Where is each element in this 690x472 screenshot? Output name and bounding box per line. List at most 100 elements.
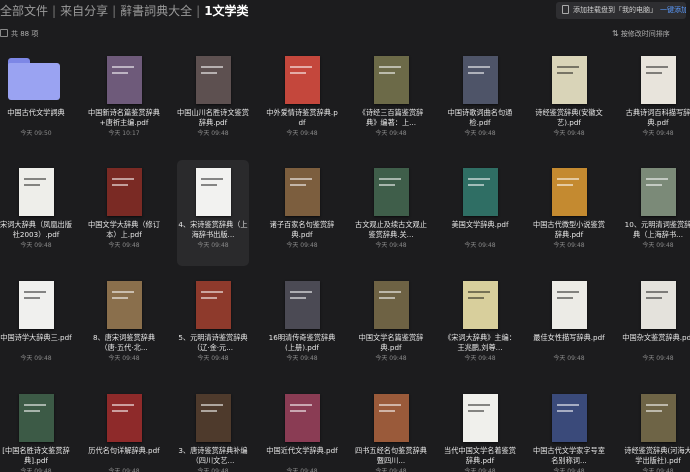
file-item[interactable]: 古典诗词百科描写辞典.pdf 今天 09:48 xyxy=(622,48,690,154)
file-item[interactable]: 四书五经名句鉴赏辞典暨四川... 今天 09:48 xyxy=(355,386,427,472)
file-name: 历代名句详解辞典.pdf xyxy=(88,446,160,455)
breadcrumb-item-from-share[interactable]: 来自分享 xyxy=(60,2,108,19)
book-cover-thumbnail xyxy=(285,281,320,329)
file-item[interactable]: 诗经鉴赏辞典(安徽文艺).pdf 今天 09:48 xyxy=(533,48,605,154)
file-name: 当代中国文学名着鉴赏辞典.pdf xyxy=(444,446,516,465)
file-time: 今天 09:48 xyxy=(286,355,318,362)
file-item[interactable]: 5、元明清诗鉴赏辞典（辽·金·元... 今天 09:48 xyxy=(177,273,249,379)
book-cover-thumbnail xyxy=(463,56,498,104)
book-cover-thumbnail xyxy=(285,168,320,216)
file-item[interactable]: 中国山川名胜诗文鉴赏辞典.pdf 今天 09:48 xyxy=(177,48,249,154)
file-time: 今天 09:48 xyxy=(553,355,585,362)
file-item[interactable]: 中国新诗名篇鉴赏辞典+唐祈主编.pdf 今天 10:17 xyxy=(88,48,160,154)
file-name: 中国诗学大辞典三.pdf xyxy=(0,333,72,342)
file-item[interactable]: [中国名胜诗文鉴赏辞典].pdf 今天 09:48 xyxy=(0,386,72,472)
file-time: 今天 09:48 xyxy=(20,468,52,472)
book-cover-thumbnail xyxy=(196,168,231,216)
top-bar: 全部文件 | 来自分享 | 辭書詞典大全 | 1文学类 添加挂载盘到「我的电脑」 一键添加 xyxy=(0,0,690,22)
file-time: 今天 09:48 xyxy=(108,468,140,472)
file-item[interactable]: 诗经鉴赏辞典(河海大学出版社).pdf 今天 09:48 xyxy=(622,386,690,472)
file-name: 中国文学名篇鉴赏辞典.pdf xyxy=(358,333,424,352)
mount-drive-banner: 添加挂载盘到「我的电脑」 一键添加 xyxy=(556,2,686,19)
file-time: 今天 09:48 xyxy=(375,355,407,362)
file-name: 中国近代文学辞典.pdf xyxy=(266,446,338,455)
file-name: 诗经鉴赏辞典(安徽文艺).pdf xyxy=(535,108,603,127)
file-time: 今天 09:48 xyxy=(553,130,585,137)
one-click-add-link[interactable]: 一键添加 xyxy=(660,6,686,14)
file-name: 中国诗歌词曲名句通检.pdf xyxy=(447,108,513,127)
file-item[interactable]: 10、元明清词鉴赏辞典（上海辞书... 今天 09:48 xyxy=(622,160,690,266)
book-cover-thumbnail xyxy=(374,281,409,329)
file-name: 古文观止及续古文观止鉴赏辞典.关... xyxy=(355,220,427,239)
book-cover-thumbnail xyxy=(552,168,587,216)
file-name: 美国文学辞典.pdf xyxy=(451,220,509,229)
file-time: 今天 09:48 xyxy=(197,468,229,472)
file-time: 今天 09:48 xyxy=(642,355,674,362)
breadcrumb-item-current: 1文学类 xyxy=(204,4,249,18)
book-cover-thumbnail xyxy=(19,281,54,329)
file-name: 宋词大辞典（凤凰出版社2003）.pdf xyxy=(0,220,72,239)
file-item[interactable]: 中国近代文学辞典.pdf 今天 09:48 xyxy=(266,386,338,472)
file-item[interactable]: 4、宋诗鉴赏辞典（上海辞书出版... 今天 09:48 xyxy=(177,160,249,266)
file-name: 5、元明清诗鉴赏辞典（辽·金·元... xyxy=(178,333,248,352)
file-item[interactable]: 中国古代微型小说鉴赏辞典.pdf 今天 09:48 xyxy=(533,160,605,266)
file-time: 今天 09:48 xyxy=(286,130,318,137)
file-item[interactable]: 8、唐宋词鉴赏辞典（唐·五代·北... 今天 09:48 xyxy=(88,273,160,379)
breadcrumb-separator: | xyxy=(196,4,201,18)
file-time: 今天 09:48 xyxy=(20,242,52,249)
file-item[interactable]: 美国文学辞典.pdf 今天 09:48 xyxy=(444,160,516,266)
file-time: 今天 09:48 xyxy=(375,242,407,249)
file-time: 今天 09:48 xyxy=(642,468,674,472)
book-cover-thumbnail xyxy=(107,168,142,216)
file-item[interactable]: 16明清传奇鉴赏辞典(上册).pdf 今天 09:48 xyxy=(266,273,338,379)
file-item[interactable]: 中外爱情诗鉴赏辞典.pdf 今天 09:48 xyxy=(266,48,338,154)
book-cover-thumbnail xyxy=(463,394,498,442)
file-time: 今天 09:48 xyxy=(464,130,496,137)
file-name: 中外爱情诗鉴赏辞典.pdf xyxy=(266,108,338,127)
file-item[interactable]: 中国杂文鉴赏辞典.pdf 今天 09:48 xyxy=(622,273,690,379)
file-item[interactable]: 诸子百家名句鉴赏辞典.pdf 今天 09:48 xyxy=(266,160,338,266)
breadcrumb-item-all-files[interactable]: 全部文件 xyxy=(0,2,48,19)
file-time: 今天 09:48 xyxy=(642,242,674,249)
book-cover-thumbnail xyxy=(552,56,587,104)
file-name: 《诗经三百篇鉴赏辞典》编著：上... xyxy=(358,108,424,127)
sort-button[interactable]: ⇅ 按修改时间排序 xyxy=(612,29,670,39)
breadcrumb-item-dictionary[interactable]: 辭書詞典大全 xyxy=(120,2,192,19)
book-cover-thumbnail xyxy=(552,281,587,329)
file-item[interactable]: 中国古代文学詞典 今天 09:50 xyxy=(0,48,72,154)
file-item[interactable]: 中国文学名篇鉴赏辞典.pdf 今天 09:48 xyxy=(355,273,427,379)
file-item[interactable]: 宋词大辞典（凤凰出版社2003）.pdf 今天 09:48 xyxy=(0,160,72,266)
file-item[interactable]: 《宋词大辞典》主编：王兆鹏,刘尊... 今天 09:48 xyxy=(444,273,516,379)
file-name: 中国山川名胜诗文鉴赏辞典.pdf xyxy=(177,108,249,127)
file-name: 3、唐诗鉴赏辞典补编（四川文艺... xyxy=(178,446,248,465)
file-item[interactable]: 《诗经三百篇鉴赏辞典》编著：上... 今天 09:48 xyxy=(355,48,427,154)
file-item[interactable]: 最佳女性描写辞典.pdf 今天 09:48 xyxy=(533,273,605,379)
file-time: 今天 09:48 xyxy=(464,468,496,472)
file-name: 诸子百家名句鉴赏辞典.pdf xyxy=(269,220,335,239)
breadcrumb: 全部文件 | 来自分享 | 辭書詞典大全 | 1文学类 xyxy=(0,2,249,19)
breadcrumb-separator: | xyxy=(52,4,57,18)
book-cover-thumbnail xyxy=(196,394,231,442)
file-name: 中国古代微型小说鉴赏辞典.pdf xyxy=(533,220,605,239)
file-item[interactable]: 古文观止及续古文观止鉴赏辞典.关... 今天 09:48 xyxy=(355,160,427,266)
select-all-checkbox[interactable] xyxy=(0,29,8,37)
book-cover-thumbnail xyxy=(641,168,676,216)
file-item[interactable]: 中国诗学大辞典三.pdf 今天 09:48 xyxy=(0,273,72,379)
book-cover-thumbnail xyxy=(552,394,587,442)
file-name: 中国新诗名篇鉴赏辞典+唐祈主编.pdf xyxy=(88,108,160,127)
file-item[interactable]: 历代名句详解辞典.pdf 今天 09:48 xyxy=(88,386,160,472)
file-item[interactable]: 中国古代文学家字号室名别称词... 今天 09:48 xyxy=(533,386,605,472)
item-count: 共 88 项 xyxy=(11,30,39,38)
file-name: 16明清传奇鉴赏辞典(上册).pdf xyxy=(268,333,336,352)
book-cover-thumbnail xyxy=(19,168,54,216)
mount-drive-text: 添加挂载盘到「我的电脑」 xyxy=(573,6,657,14)
file-time: 今天 09:48 xyxy=(108,242,140,249)
file-item[interactable]: 中国文学大辞典（修订本）上.pdf 今天 09:48 xyxy=(88,160,160,266)
file-item[interactable]: 3、唐诗鉴赏辞典补编（四川文艺... 今天 09:48 xyxy=(177,386,249,472)
file-name: 四书五经名句鉴赏辞典暨四川... xyxy=(355,446,427,465)
file-item[interactable]: 中国诗歌词曲名句通检.pdf 今天 09:48 xyxy=(444,48,516,154)
book-cover-thumbnail xyxy=(107,281,142,329)
book-cover-thumbnail xyxy=(196,56,231,104)
file-item[interactable]: 当代中国文学名着鉴赏辞典.pdf 今天 09:48 xyxy=(444,386,516,472)
file-time: 今天 09:48 xyxy=(197,242,229,249)
